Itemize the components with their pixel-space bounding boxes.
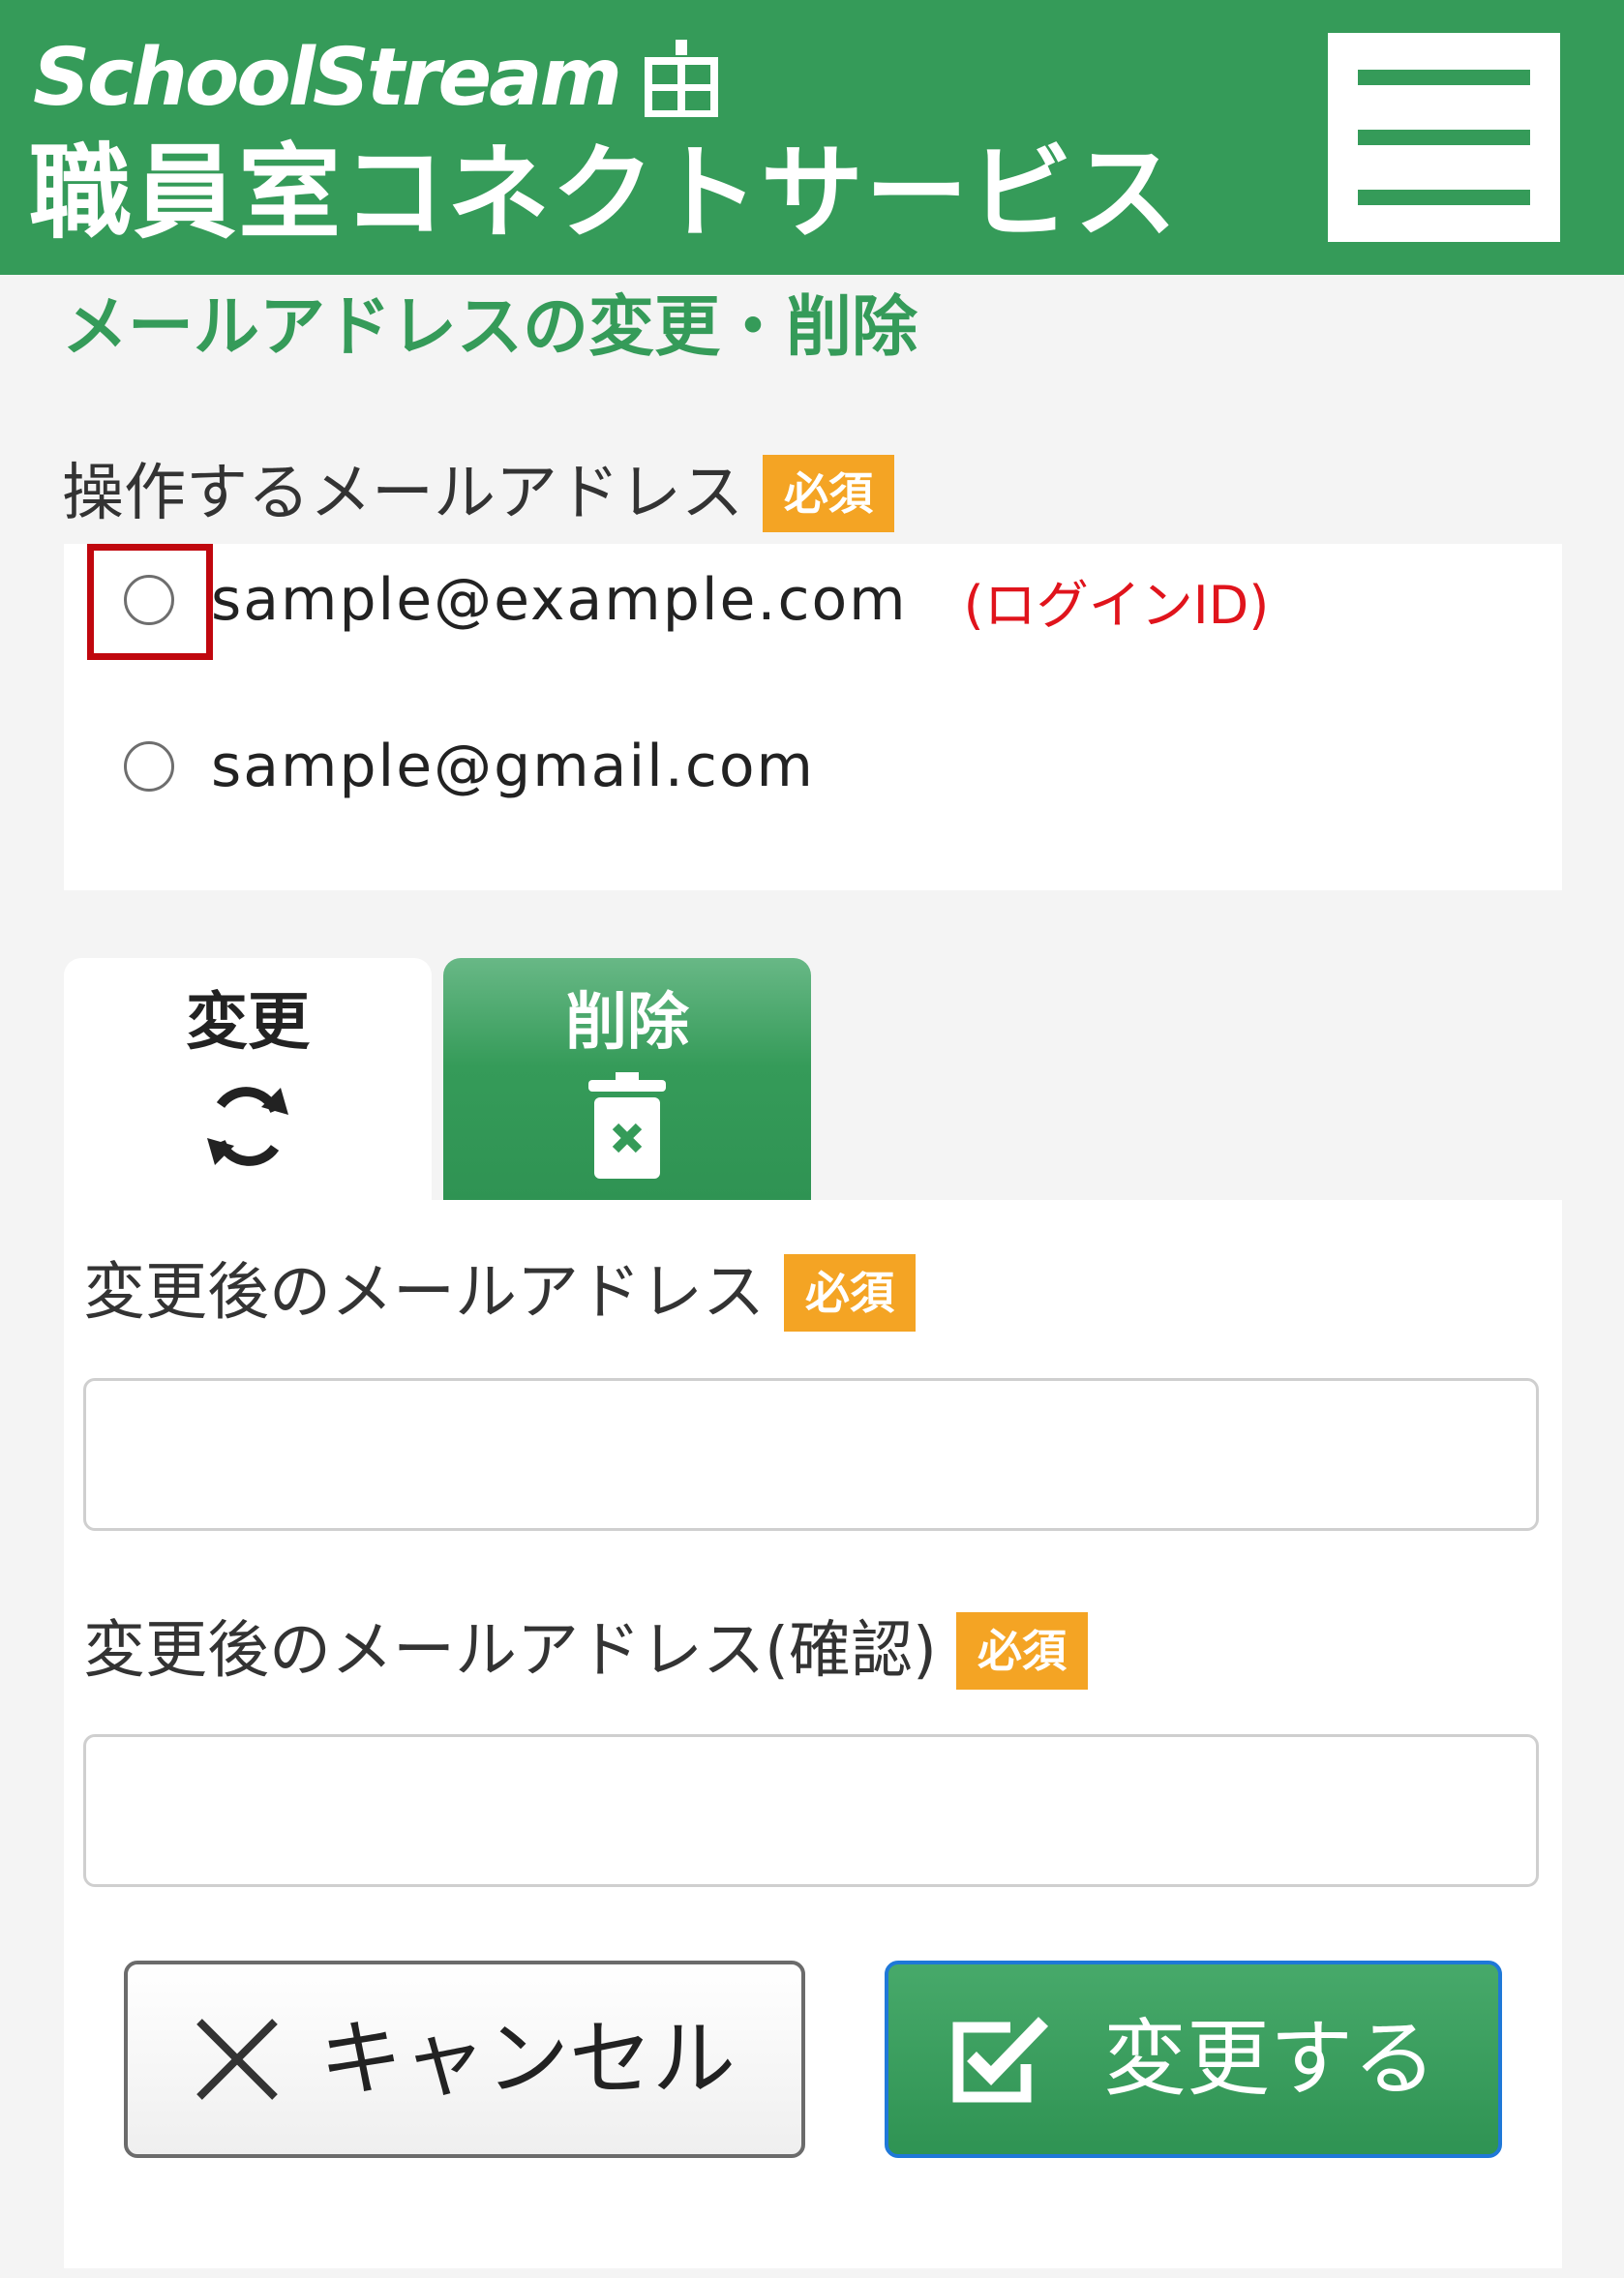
confirm-email-label-text: 変更後のメールアドレス(確認) — [83, 1615, 937, 1687]
cancel-button[interactable]: キャンセル — [124, 1961, 805, 2158]
email-option-address: sample@gmail.com — [211, 733, 816, 800]
email-option-address: sample@example.com — [211, 566, 908, 634]
email-options-panel: sample@example.com (ログインID) sample@gmail… — [64, 544, 1562, 890]
required-badge: 必須 — [763, 455, 894, 532]
login-id-note: (ログインID) — [963, 574, 1270, 636]
menu-icon-bar — [1358, 130, 1530, 145]
hamburger-menu-button[interactable] — [1328, 33, 1560, 242]
email-option-login[interactable]: sample@example.com (ログインID) — [64, 552, 1269, 648]
page-title: メールアドレスの変更・削除 — [62, 289, 918, 366]
confirm-email-label: 変更後のメールアドレス(確認) 必須 — [83, 1612, 1088, 1690]
target-email-label-text: 操作するメールアドレス — [62, 458, 743, 529]
brand-logo-text: SchoolStream — [33, 32, 622, 124]
required-badge: 必須 — [784, 1254, 916, 1332]
refresh-icon — [207, 1087, 288, 1166]
menu-icon-bar — [1358, 190, 1530, 205]
radio-highlight-box — [87, 544, 213, 660]
tab-change-label: 変更 — [186, 987, 310, 1059]
trash-icon — [588, 1072, 666, 1179]
cancel-button-label: キャンセル — [319, 2011, 736, 2108]
submit-change-button[interactable]: 変更する — [885, 1961, 1502, 2158]
confirm-email-input[interactable] — [83, 1734, 1539, 1887]
submit-button-label: 変更する — [1103, 2011, 1436, 2108]
target-email-label: 操作するメールアドレス 必須 — [62, 455, 894, 532]
tab-delete-label: 削除 — [565, 987, 689, 1059]
new-email-input[interactable] — [83, 1378, 1539, 1531]
new-email-label: 変更後のメールアドレス 必須 — [83, 1254, 916, 1332]
close-icon — [196, 2019, 278, 2100]
app-header: SchoolStream 職員室コネクトサービス — [0, 0, 1624, 275]
logo: SchoolStream — [33, 35, 722, 122]
new-email-label-text: 変更後のメールアドレス — [83, 1257, 765, 1329]
tab-delete[interactable]: 削除 — [443, 958, 811, 1200]
required-badge: 必須 — [955, 1612, 1088, 1690]
checkbox-check-icon — [952, 2017, 1049, 2103]
email-option-gmail[interactable]: sample@gmail.com — [64, 718, 815, 815]
service-name: 職員室コネクトサービス — [29, 134, 1179, 253]
school-building-icon — [644, 40, 718, 117]
tab-change[interactable]: 変更 — [64, 958, 432, 1200]
menu-icon-bar — [1358, 70, 1530, 85]
email-option-radio[interactable] — [124, 741, 174, 792]
